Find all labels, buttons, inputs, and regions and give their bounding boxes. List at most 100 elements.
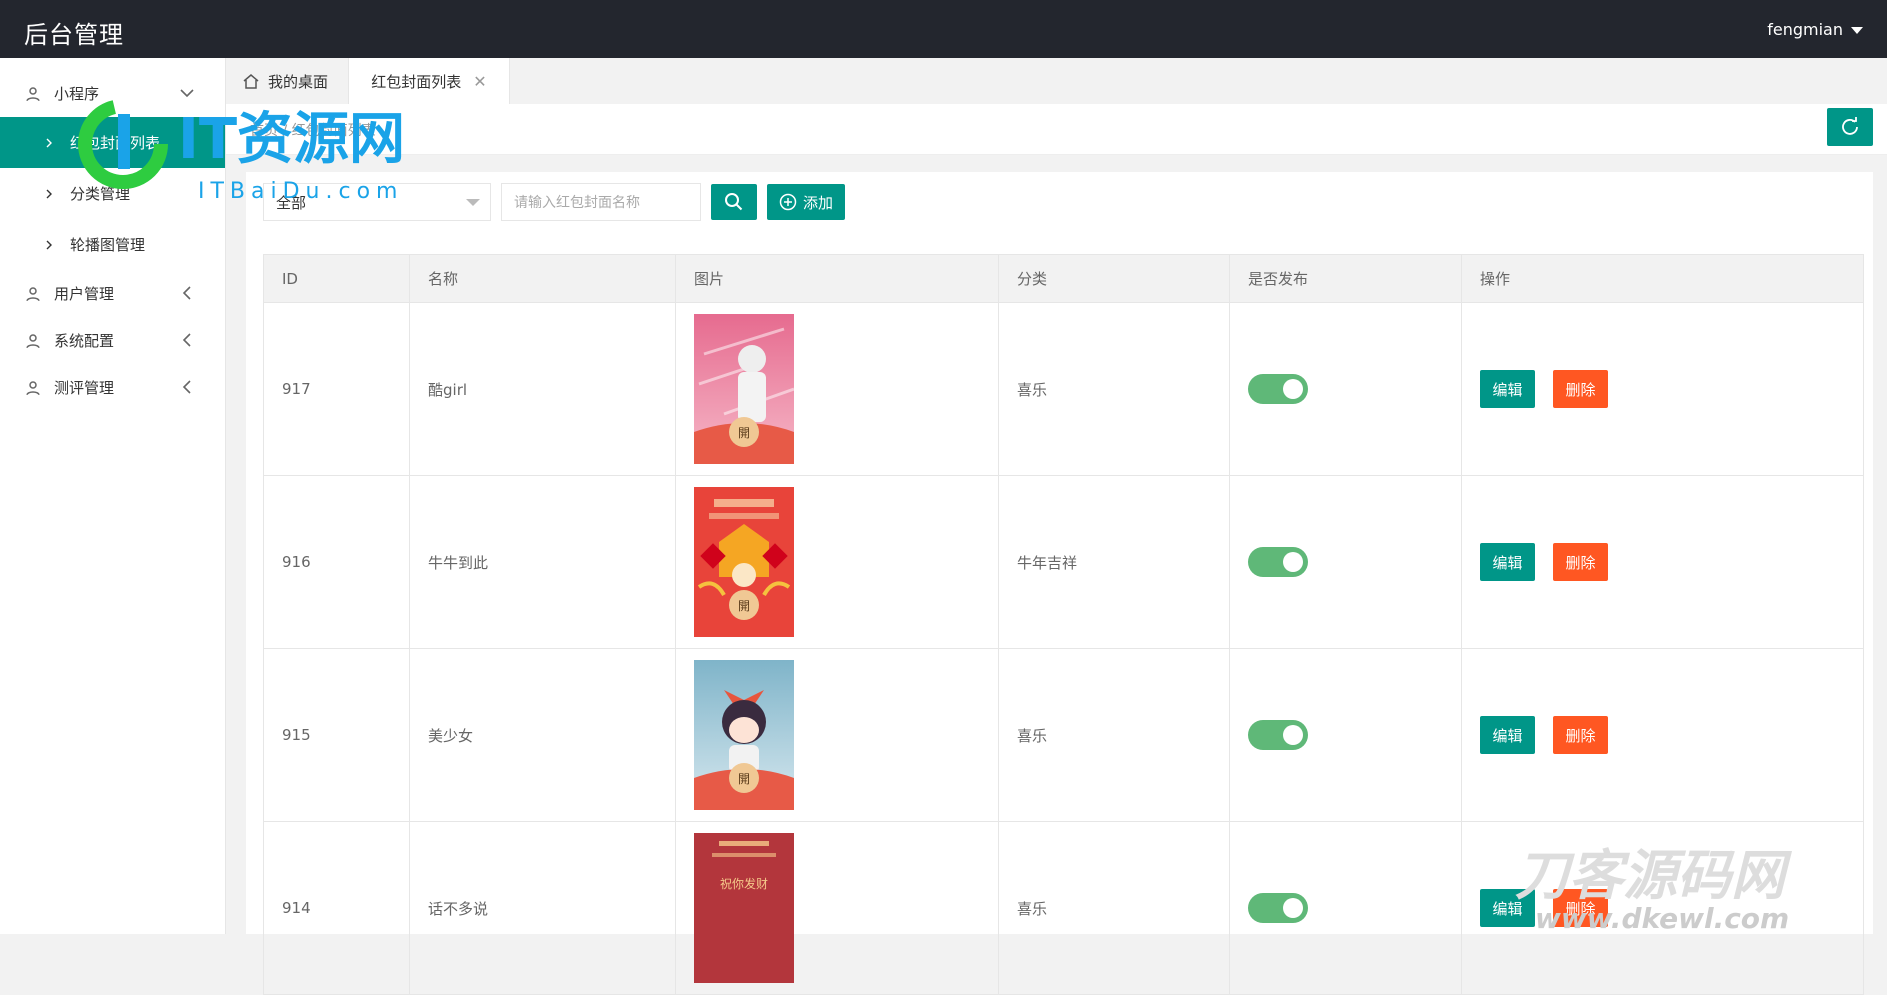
chevron-left-icon [182,333,191,347]
top-bar: 后台管理 fengmian [0,0,1887,58]
table-header-row: ID 名称 图片 分类 是否发布 操作 [263,254,1864,303]
cell-name: 牛牛到此 [409,475,676,649]
category-select[interactable]: 全部 [263,183,491,221]
cell-category: 牛年吉祥 [998,475,1230,649]
cover-thumbnail[interactable]: 開 [694,487,794,637]
home-icon [243,74,259,89]
sidebar-item-evaluation[interactable]: 测评管理 [0,364,225,411]
cover-open-char: 開 [738,772,750,786]
column-header: 是否发布 [1229,254,1462,303]
cell-image: 開 [675,475,999,649]
filter-bar: 全部 请输入红包封面名称 添加 [263,183,845,221]
search-input[interactable]: 请输入红包封面名称 [501,183,701,221]
chevron-down-icon [180,89,194,98]
sidebar-item-label: 系统配置 [54,332,115,350]
tab-label: 我的桌面 [268,72,329,91]
cover-greeting: 祝你发财 [720,876,768,891]
cell-id: 914 [263,821,410,995]
cover-open-char: 開 [738,599,750,613]
sidebar-subitem-label: 分类管理 [70,185,131,203]
cell-image: 開 [675,302,999,476]
edit-button[interactable]: 编辑 [1480,889,1535,927]
sidebar-subitem-label: 轮播图管理 [70,236,146,254]
toggle-knob [1283,552,1303,572]
delete-button[interactable]: 删除 [1553,716,1608,754]
cell-actions: 编辑 删除 [1461,821,1864,995]
user-icon [26,333,40,348]
toggle-knob [1283,725,1303,745]
chevron-left-icon [182,286,191,300]
cell-image: 開 [675,648,999,822]
cell-published [1229,302,1462,476]
close-icon[interactable]: ✕ [473,72,486,91]
column-header: ID [263,254,410,303]
refresh-icon [1842,117,1858,135]
tab-redpacket-list[interactable]: 红包封面列表 ✕ [348,58,510,104]
breadcrumb: 首页 / 红包封面列表 [250,123,376,139]
category-select-value: 全部 [276,193,307,212]
sidebar-item-users[interactable]: 用户管理 [0,270,225,317]
cell-id: 915 [263,648,410,822]
chevron-right-icon [46,189,52,198]
cell-actions: 编辑 删除 [1461,475,1864,649]
cell-actions: 编辑 删除 [1461,302,1864,476]
edit-button[interactable]: 编辑 [1480,716,1535,754]
edit-button[interactable]: 编辑 [1480,370,1535,408]
column-header: 分类 [998,254,1230,303]
publish-toggle[interactable] [1248,374,1308,404]
delete-button[interactable]: 删除 [1553,889,1608,927]
cell-category: 喜乐 [998,648,1230,822]
publish-toggle[interactable] [1248,720,1308,750]
cell-name: 美少女 [409,648,676,822]
sidebar-item-miniprogram[interactable]: 小程序 [0,70,225,117]
cell-id: 916 [263,475,410,649]
plus-circle-icon [779,193,797,211]
cell-published [1229,821,1462,995]
breadcrumb-bar: 首页 / 红包封面列表 [226,104,1887,155]
chevron-left-icon [182,380,191,394]
add-button-label: 添加 [802,193,833,212]
user-icon [26,86,40,101]
table-row: 917 酷girl 開 喜乐 编辑 删除 [263,302,1864,476]
cell-id: 917 [263,302,410,476]
search-icon [725,193,743,211]
tab-bar: 我的桌面 红包封面列表 ✕ [226,58,1887,105]
column-header: 图片 [675,254,999,303]
column-header: 操作 [1461,254,1864,303]
tab-label: 红包封面列表 [371,72,462,91]
delete-button[interactable]: 删除 [1553,370,1608,408]
toggle-knob [1283,379,1303,399]
sidebar-subitem-category[interactable]: 分类管理 [0,168,225,219]
edit-button[interactable]: 编辑 [1480,543,1535,581]
refresh-button[interactable] [1827,108,1873,146]
sidebar-subitem-carousel[interactable]: 轮播图管理 [0,219,225,270]
content-panel: 全部 请输入红包封面名称 添加 ID 名称 图片 分类 是否发布 操作 917 … [246,172,1873,995]
chevron-right-icon [46,138,52,147]
user-menu[interactable]: fengmian [1767,20,1863,39]
cell-published [1229,648,1462,822]
username: fengmian [1767,20,1843,39]
chevron-down-icon [466,199,480,206]
cover-thumbnail[interactable]: 祝你发财 [694,833,794,983]
app-title: 后台管理 [24,21,124,49]
table-row: 916 牛牛到此 開 牛年吉祥 编辑 删除 [263,475,1864,649]
redpacket-table: ID 名称 图片 分类 是否发布 操作 917 酷girl 開 喜乐 编辑 删除… [263,254,1864,995]
cell-category: 喜乐 [998,302,1230,476]
cover-thumbnail[interactable]: 開 [694,660,794,810]
delete-button[interactable]: 删除 [1553,543,1608,581]
sidebar: 小程序 红包封面列表 分类管理 轮播图管理 用户管理 系统配置 测评管理 [0,58,226,934]
sidebar-item-label: 用户管理 [54,285,115,303]
publish-toggle[interactable] [1248,547,1308,577]
sidebar-item-label: 小程序 [54,85,100,103]
sidebar-item-label: 测评管理 [54,379,115,397]
cover-thumbnail[interactable]: 開 [694,314,794,464]
chevron-down-icon [1851,27,1863,34]
sidebar-item-system-config[interactable]: 系统配置 [0,317,225,364]
add-button[interactable]: 添加 [767,184,845,220]
user-icon [26,286,40,301]
cell-image: 祝你发财 [675,821,999,995]
search-button[interactable] [711,184,757,220]
sidebar-subitem-redpacket-list[interactable]: 红包封面列表 [0,117,225,168]
table-row: 915 美少女 開 喜乐 编辑 删除 [263,648,1864,822]
publish-toggle[interactable] [1248,893,1308,923]
